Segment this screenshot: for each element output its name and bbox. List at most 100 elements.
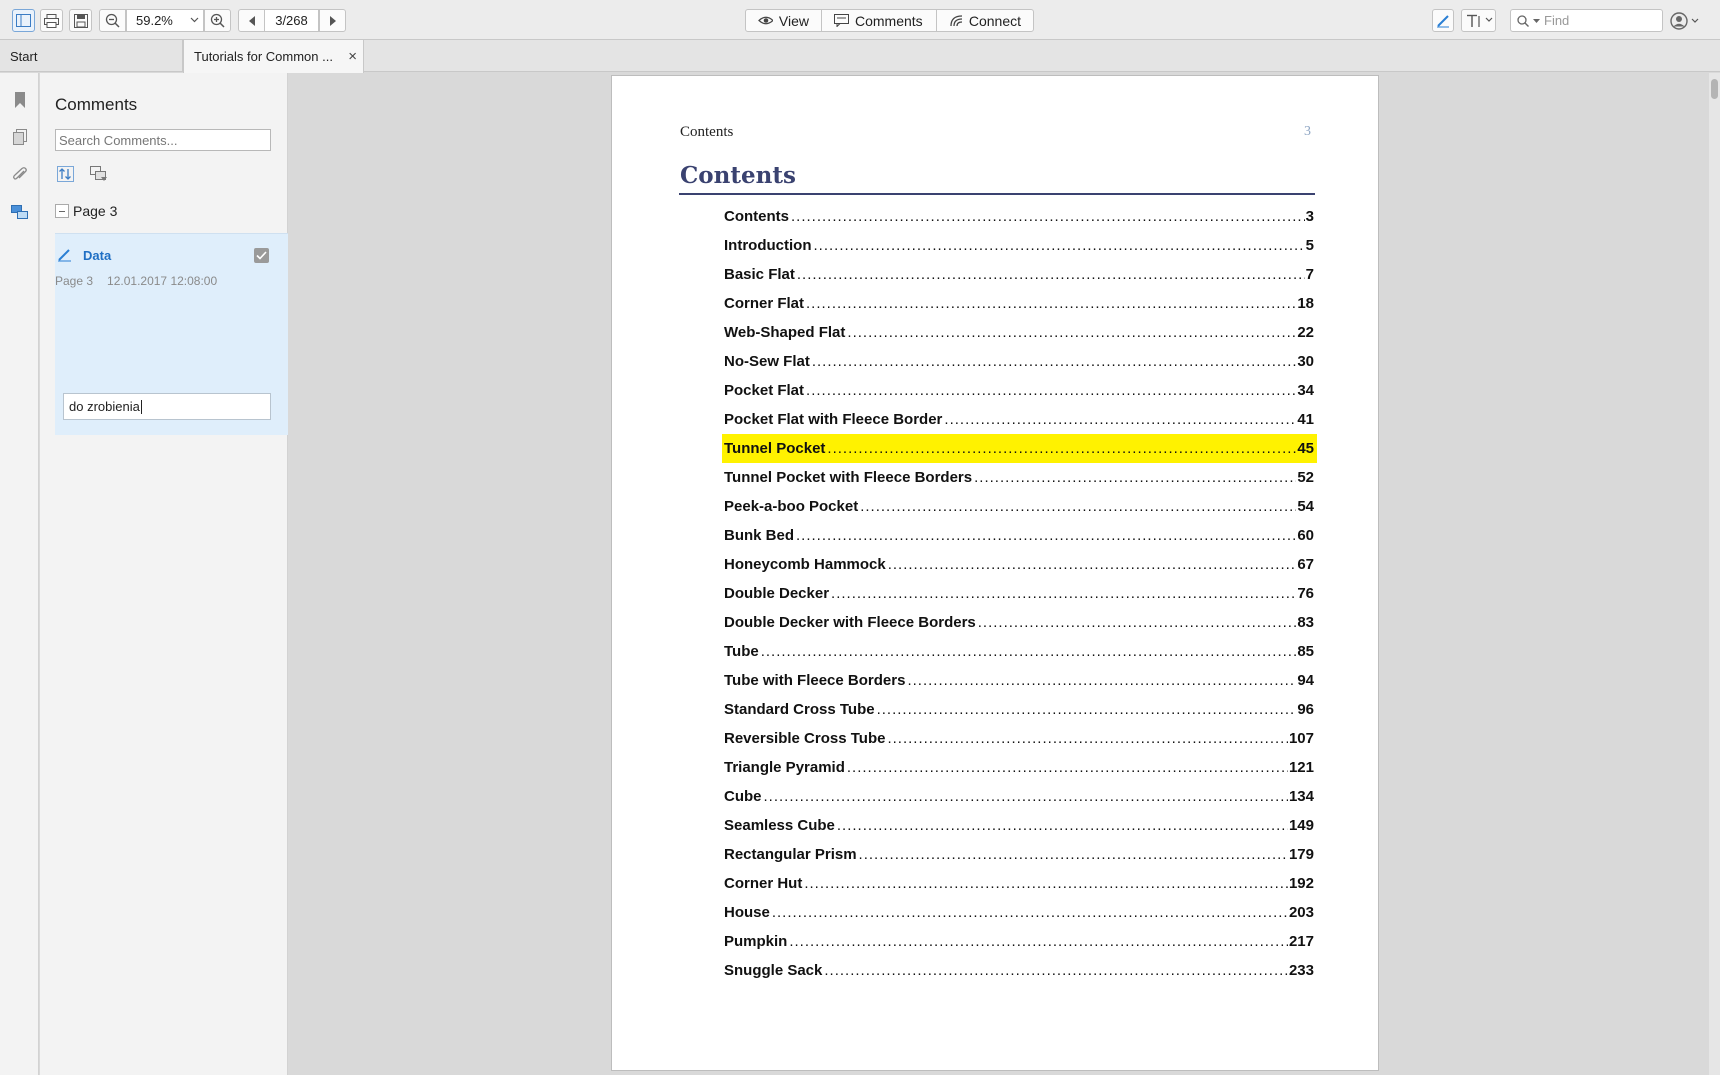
- toc-dot-leader: [888, 556, 1297, 573]
- text-tool-button[interactable]: [1461, 9, 1496, 32]
- toc-entry[interactable]: Snuggle Sack 233: [724, 956, 1314, 985]
- toc-entry[interactable]: Cube 134: [724, 782, 1314, 811]
- printer-icon: [44, 13, 59, 28]
- toc-dot-leader: [824, 962, 1288, 979]
- toc-dot-leader: [859, 846, 1288, 863]
- comment-meta: Page 3 12.01.2017 12:08:00: [55, 274, 217, 288]
- comment-text: do zrobienia: [69, 399, 140, 414]
- toc-entry[interactable]: Reversible Cross Tube 107: [724, 724, 1314, 753]
- comments-mode-button[interactable]: Comments: [821, 9, 937, 32]
- tab-document[interactable]: Tutorials for Common ... ×: [183, 40, 364, 73]
- pen-icon: [58, 249, 71, 262]
- sort-comments-button[interactable]: [55, 165, 75, 183]
- toc-entry[interactable]: Tube 85: [724, 637, 1314, 666]
- toc-dot-leader: [877, 701, 1297, 718]
- tab-start[interactable]: Start: [0, 40, 183, 72]
- toc-entry-title: Bunk Bed: [724, 527, 795, 544]
- filter-comments-button[interactable]: [89, 165, 109, 183]
- connect-mode-button[interactable]: Connect: [936, 9, 1034, 32]
- toc-entry[interactable]: Triangle Pyramid 121: [724, 753, 1314, 782]
- toc-entry-highlighted[interactable]: Tunnel Pocket 45: [722, 434, 1317, 463]
- toc-entry[interactable]: House 203: [724, 898, 1314, 927]
- zoom-select[interactable]: 59.2%: [126, 9, 204, 32]
- page-number: 3: [1304, 124, 1311, 139]
- search-comments-input[interactable]: Search Comments...: [55, 129, 271, 151]
- comment-item[interactable]: Data Page 3 12.01.2017 12:08:00 do zrobi…: [55, 233, 288, 435]
- toc-entry-title: Pocket Flat with Fleece Border: [724, 411, 943, 428]
- previous-page-button[interactable]: [238, 9, 265, 32]
- bookmarks-icon[interactable]: [10, 90, 30, 110]
- broadcast-icon: [950, 15, 963, 27]
- toc-entry[interactable]: Peek-a-boo Pocket 54: [724, 492, 1314, 521]
- connect-mode-label: Connect: [968, 12, 1021, 29]
- zoom-out-button[interactable]: [99, 9, 126, 32]
- toc-entry-title: Tunnel Pocket with Fleece Borders: [724, 469, 973, 486]
- toc-entry-page: 83: [1297, 614, 1314, 631]
- close-tab-icon[interactable]: ×: [348, 48, 357, 65]
- toc-entry[interactable]: No-Sew Flat 30: [724, 347, 1314, 376]
- toc-entry-page: 85: [1297, 643, 1314, 660]
- toc-entry[interactable]: Tube with Fleece Borders 94: [724, 666, 1314, 695]
- toc-entry-page: 67: [1297, 556, 1314, 573]
- toc-entry[interactable]: Corner Hut 192: [724, 869, 1314, 898]
- toc-entry[interactable]: Basic Flat 7: [724, 260, 1314, 289]
- comment-page: Page 3: [55, 274, 94, 288]
- zoom-value: 59.2%: [136, 13, 173, 28]
- toc-entry[interactable]: Pumpkin 217: [724, 927, 1314, 956]
- toc-entry-title: Reversible Cross Tube: [724, 730, 886, 747]
- comment-group-page-3[interactable]: Page 3: [55, 203, 117, 219]
- print-button[interactable]: [40, 9, 63, 32]
- toolbar: 59.2% 3/268 View Comments Connect Find: [0, 0, 1720, 40]
- save-button[interactable]: [69, 9, 92, 32]
- toc-entry[interactable]: Honeycomb Hammock 67: [724, 550, 1314, 579]
- chevron-down-icon: [190, 17, 199, 23]
- toc-entry[interactable]: Pocket Flat with Fleece Border 41: [724, 405, 1314, 434]
- toc-entry-page: 121: [1288, 759, 1314, 776]
- toc-entry-page: 217: [1288, 933, 1314, 950]
- toc-entry[interactable]: Introduction 5: [724, 231, 1314, 260]
- view-mode-button[interactable]: View: [745, 9, 822, 32]
- vertical-scrollbar[interactable]: [1709, 73, 1720, 1075]
- toc-entry[interactable]: Bunk Bed 60: [724, 521, 1314, 550]
- toc-entry-page: 52: [1297, 469, 1314, 486]
- toc-entry[interactable]: Contents 3: [724, 202, 1314, 231]
- toc-entry-page: 60: [1297, 527, 1314, 544]
- toc-entry-title: Snuggle Sack: [724, 962, 823, 979]
- navigation-rail: [0, 73, 39, 1075]
- annotate-pen-button[interactable]: [1432, 9, 1454, 32]
- toc-entry[interactable]: Seamless Cube 149: [724, 811, 1314, 840]
- zoom-in-button[interactable]: [204, 9, 231, 32]
- toc-entry-title: Peek-a-boo Pocket: [724, 498, 859, 515]
- comment-text-field[interactable]: do zrobienia: [63, 393, 271, 420]
- view-mode-label: View: [778, 12, 809, 29]
- scrollbar-thumb[interactable]: [1711, 79, 1718, 99]
- find-input[interactable]: Find: [1510, 9, 1663, 32]
- toc-entry-title: Seamless Cube: [724, 817, 835, 834]
- attachments-icon[interactable]: [10, 165, 30, 185]
- page-number-field[interactable]: 3/268: [264, 9, 319, 32]
- toc-entry[interactable]: Double Decker with Fleece Borders 83: [724, 608, 1314, 637]
- comment-status-checkbox[interactable]: [254, 248, 269, 263]
- pages-icon[interactable]: [10, 127, 30, 147]
- sidebar-icon: [16, 14, 31, 27]
- toc-entry[interactable]: Pocket Flat 34: [724, 376, 1314, 405]
- toc-entry-title: Tube with Fleece Borders: [724, 672, 906, 689]
- collapse-icon[interactable]: [55, 204, 69, 218]
- next-page-button[interactable]: [319, 9, 346, 32]
- toc-entry-page: 7: [1305, 266, 1314, 283]
- toc-entry[interactable]: Rectangular Prism 179: [724, 840, 1314, 869]
- toc-entry[interactable]: Standard Cross Tube 96: [724, 695, 1314, 724]
- toc-entry-title: Contents: [724, 208, 789, 225]
- toc-entry-page: 203: [1288, 904, 1314, 921]
- toc-entry[interactable]: Web-Shaped Flat 22: [724, 318, 1314, 347]
- comments-panel-icon[interactable]: [10, 203, 30, 223]
- toc-entry[interactable]: Tunnel Pocket with Fleece Borders 52: [724, 463, 1314, 492]
- account-menu-button[interactable]: [1670, 11, 1706, 31]
- toc-entry[interactable]: Double Decker 76: [724, 579, 1314, 608]
- toc-entry[interactable]: Corner Flat 18: [724, 289, 1314, 318]
- sidebar-toggle-button[interactable]: [12, 9, 35, 32]
- toc-dot-leader: [789, 933, 1288, 950]
- toc-entry-page: 192: [1288, 875, 1314, 892]
- toc-entry-page: 30: [1297, 353, 1314, 370]
- toc-dot-leader: [837, 817, 1288, 834]
